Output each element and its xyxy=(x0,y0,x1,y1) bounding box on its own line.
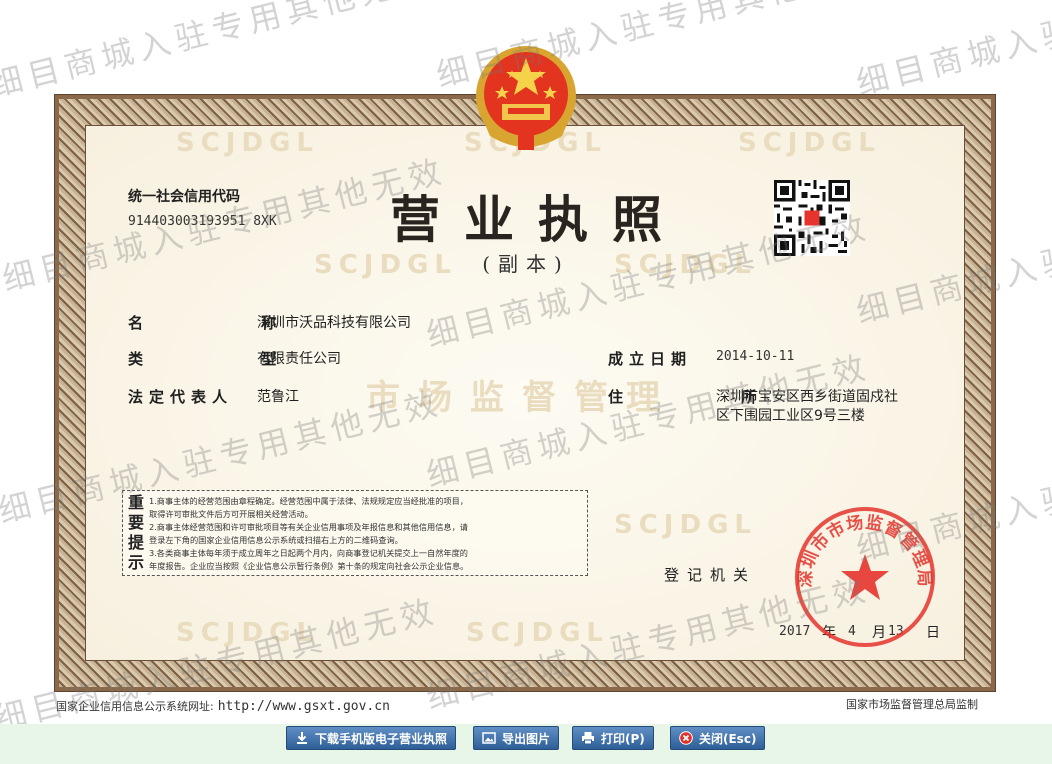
background-mark: SCJDGL xyxy=(614,510,757,540)
qr-code-icon[interactable] xyxy=(774,180,850,256)
close-icon xyxy=(679,731,693,745)
official-seal: 深圳市市场监督管理局 xyxy=(795,507,935,647)
issuer-label: 登记机关 xyxy=(664,566,757,584)
address-line-1: 深圳市宝安区西乡街道固戍社 xyxy=(716,389,898,405)
close-label: 关闭(Esc) xyxy=(699,731,757,746)
export-image-label: 导出图片 xyxy=(502,731,551,746)
background-mark: SCJDGL xyxy=(738,128,881,158)
address-line-2: 区下围园工业区9号三楼 xyxy=(716,408,865,424)
background-mark: SCJDGL xyxy=(466,618,609,648)
footer-website-label: 国家企业信用信息公示系统网址: xyxy=(56,700,214,713)
download-mobile-license-label: 下载手机版电子营业执照 xyxy=(315,731,448,746)
export-image-button[interactable]: 导出图片 xyxy=(473,726,560,750)
print-label: 打印(P) xyxy=(601,731,645,746)
printer-icon xyxy=(581,731,595,745)
established-label: 成立日期 xyxy=(608,350,693,368)
download-icon xyxy=(295,731,309,745)
established-value: 2014-10-11 xyxy=(716,349,795,364)
notice-line: 2.商事主体经营范围和许可审批项目等有关企业信用事项及年报信息和其他信用信息，请 xyxy=(149,522,468,532)
close-button[interactable]: 关闭(Esc) xyxy=(670,726,766,750)
important-notice: 重要提示 1.商事主体的经营范围由章程确定。经营范围中属于法律、法规规定应当经批… xyxy=(122,490,588,576)
footer-website: 国家企业信用信息公示系统网址: http://www.gsxt.gov.cn xyxy=(56,698,390,714)
notice-text: 1.商事主体的经营范围由章程确定。经营范围中属于法律、法规规定应当经批准的项目，… xyxy=(149,495,585,573)
print-button[interactable]: 打印(P) xyxy=(572,726,654,750)
credit-code-value: 914403003193951 8XK xyxy=(128,214,277,229)
name-value: 深圳市沃品科技有限公司 xyxy=(257,315,411,331)
legal-rep-label: 法定代表人 xyxy=(128,388,234,406)
notice-line: 登录左下角的国家企业信用信息公示系统或扫描右上方的二维码查询。 xyxy=(149,535,403,545)
background-mark: SCJDGL xyxy=(176,128,319,158)
footer-website-url: http://www.gsxt.gov.cn xyxy=(217,699,390,714)
background-mark: SCJDGL xyxy=(176,618,319,648)
national-emblem-icon xyxy=(476,46,576,150)
notice-line: 年度报告。企业应当按照《企业信息公示暂行条例》第十条的规定向社会公示企业信息。 xyxy=(149,561,469,571)
legal-rep-value: 范鲁江 xyxy=(257,389,299,405)
footer-supervisor: 国家市场监督管理总局监制 xyxy=(846,698,978,711)
image-icon xyxy=(482,731,496,745)
notice-tag: 重要提示 xyxy=(127,493,144,572)
credit-code-label: 统一社会信用代码 xyxy=(128,189,240,205)
notice-line: 3.各类商事主体每年须于成立周年之日起两个月内，向商事登记机关提交上一自然年度的 xyxy=(149,548,468,558)
type-value: 有限责任公司 xyxy=(257,351,341,367)
license-subtitle: (副本) xyxy=(482,252,570,276)
notice-line: 1.商事主体的经营范围由章程确定。经营范围中属于法律、法规规定应当经批准的项目， xyxy=(149,496,468,506)
top-band xyxy=(0,0,1052,16)
download-mobile-license-button[interactable]: 下载手机版电子营业执照 xyxy=(286,726,457,750)
notice-line: 取得许可审批文件后方可开展相关经营活动。 xyxy=(149,509,313,519)
